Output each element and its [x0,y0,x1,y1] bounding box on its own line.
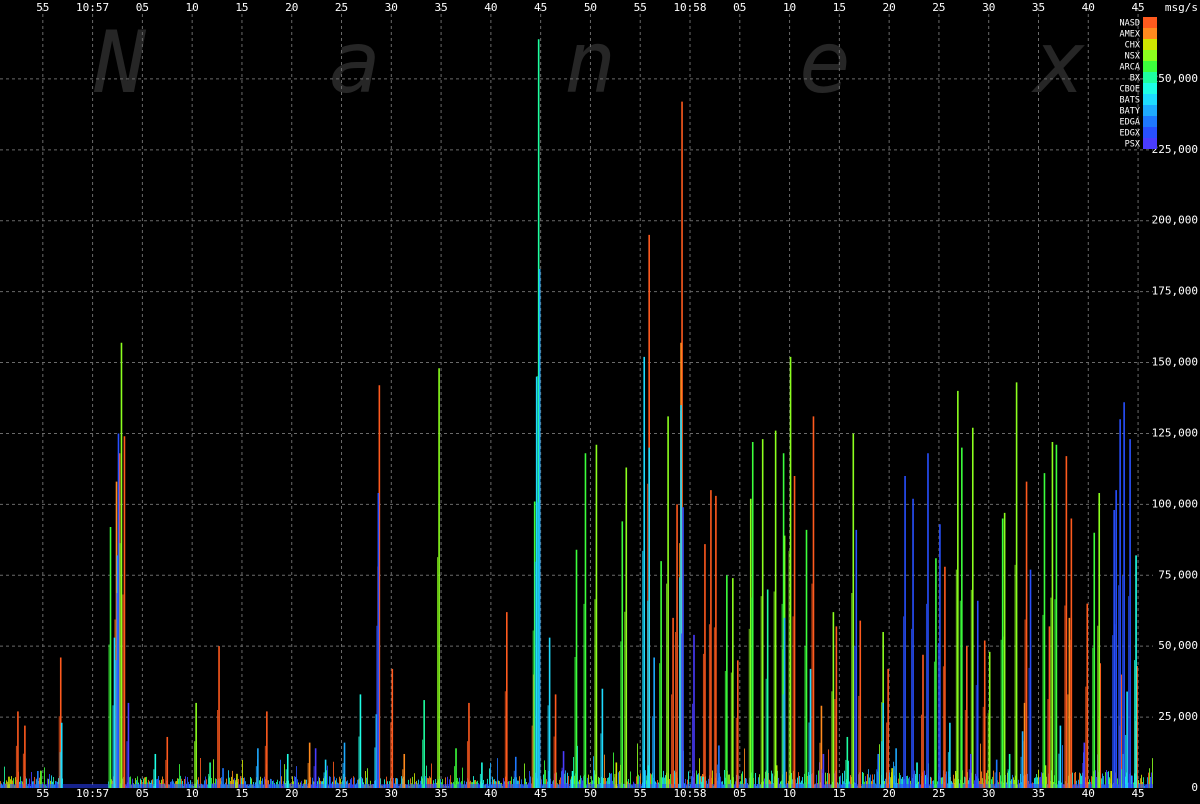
x-tick-label-top: 10:57 [76,1,109,14]
x-tick-label-top: 55 [36,1,49,14]
x-tick-label-bottom: 10 [186,787,199,800]
legend-swatch [1143,61,1157,72]
x-tick-label-bottom: 15 [833,787,846,800]
y-tick-label: 150,000 [1152,356,1198,369]
x-tick-label-top: 15 [235,1,248,14]
legend-label: BATS [1120,96,1140,106]
x-tick-label-bottom: 25 [932,787,945,800]
legend-label: CHX [1125,41,1141,51]
x-tick-label-bottom: 05 [733,787,746,800]
x-tick-label-top: 50 [584,1,597,14]
y-axis-label: msg/s [1165,1,1198,14]
x-tick-label-bottom: 45 [1131,787,1144,800]
y-tick-label: 100,000 [1152,497,1198,510]
x-tick-label-bottom: 10:58 [673,787,706,800]
legend-label: PSX [1125,140,1141,150]
legend-label: ARCA [1120,63,1140,73]
x-tick-label-top: 30 [385,1,398,14]
y-tick-label: 200,000 [1152,214,1198,227]
x-tick-label-top: 15 [833,1,846,14]
x-tick-label-top: 10 [783,1,796,14]
x-tick-label-top: 40 [1082,1,1095,14]
x-tick-label-top: 20 [285,1,298,14]
x-tick-label-top: 25 [932,1,945,14]
x-tick-label-bottom: 20 [883,787,896,800]
legend-swatch [1143,17,1157,28]
legend-swatch [1143,105,1157,116]
x-tick-label-bottom: 35 [434,787,447,800]
x-tick-label-top: 10 [186,1,199,14]
x-tick-label-top: 45 [534,1,547,14]
y-tick-label: 25,000 [1158,710,1198,723]
x-tick-label-bottom: 10:57 [76,787,109,800]
legend-swatch [1143,116,1157,127]
legend-swatch [1143,50,1157,61]
legend-swatch [1143,72,1157,83]
x-tick-label-top: 40 [484,1,497,14]
y-tick-label: 50,000 [1158,639,1198,652]
x-tick-label-bottom: 05 [136,787,149,800]
x-tick-label-top: 20 [883,1,896,14]
x-tick-label-bottom: 40 [1082,787,1095,800]
legend-label: BX [1130,74,1141,84]
x-tick-label-bottom: 50 [584,787,597,800]
x-tick-label-bottom: 15 [235,787,248,800]
x-tick-label-top: 05 [733,1,746,14]
y-tick-label: 175,000 [1152,285,1198,298]
watermark-letter: x [1031,13,1086,113]
watermark-letter: e [799,13,851,113]
x-tick-label-top: 05 [136,1,149,14]
x-tick-label-bottom: 25 [335,787,348,800]
x-tick-label-top: 10:58 [673,1,706,14]
legend-swatch [1143,28,1157,39]
x-tick-label-bottom: 55 [634,787,647,800]
legend-swatch [1143,39,1157,50]
message-rate-chart: Nanex 55 55 10:57 10:57 05 05 10 10 15 15 20 20 25 25… [0,0,1200,800]
x-tick-label-top: 25 [335,1,348,14]
x-tick-label-top: 35 [1032,1,1045,14]
legend-swatch [1143,83,1157,94]
legend-swatch [1143,138,1157,149]
legend-label: EDGX [1120,129,1141,139]
legend-label: BATY [1120,107,1140,117]
y-tick-label: 0 [1191,781,1198,794]
legend-label: CBOE [1120,85,1140,95]
watermark-letter: a [329,13,381,113]
y-tick-label: 225,000 [1152,143,1198,156]
x-tick-label-top: 45 [1131,1,1144,14]
legend-label: NSX [1125,52,1141,62]
x-tick-label-bottom: 35 [1032,787,1045,800]
x-tick-label-bottom: 45 [534,787,547,800]
legend-label: EDGA [1120,118,1140,128]
x-tick-label-top: 30 [982,1,995,14]
x-tick-label-top: 35 [434,1,447,14]
legend-swatch [1143,127,1157,138]
x-tick-label-top: 55 [634,1,647,14]
y-tick-label: 75,000 [1158,568,1198,581]
legend-swatch [1143,94,1157,105]
x-tick-label-bottom: 10 [783,787,796,800]
legend-label: AMEX [1120,30,1141,40]
y-tick-label: 125,000 [1152,426,1198,439]
watermark-letter: N [93,13,147,113]
y-tick-label: 250,000 [1152,72,1198,85]
x-tick-label-bottom: 30 [385,787,398,800]
x-tick-label-bottom: 20 [285,787,298,800]
x-tick-label-bottom: 30 [982,787,995,800]
x-tick-label-bottom: 40 [484,787,497,800]
legend-label: NASD [1120,19,1140,29]
chart-canvas: Nanex 555510:5710:5705051010151520202525… [0,0,1200,800]
x-tick-label-bottom: 55 [36,787,49,800]
